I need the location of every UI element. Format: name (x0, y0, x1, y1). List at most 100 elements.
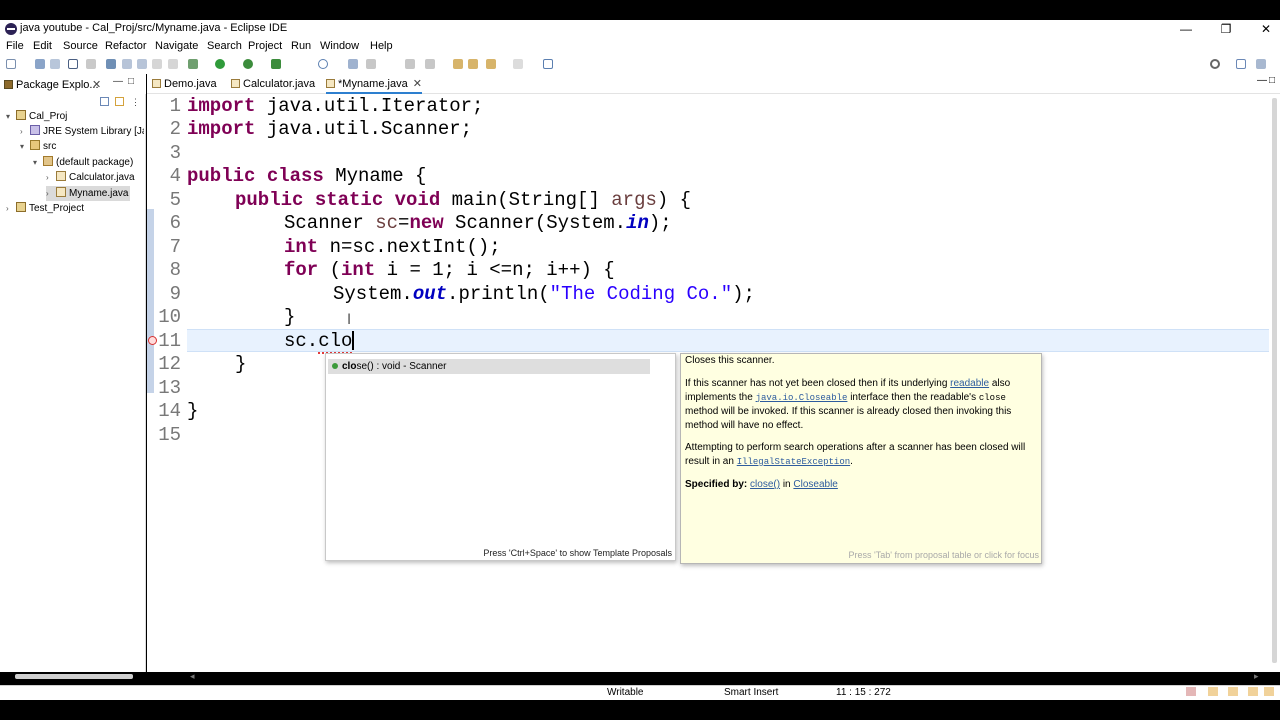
close-view-icon[interactable]: ✕ (92, 78, 101, 91)
forward-icon[interactable] (486, 59, 496, 69)
javadoc-specified-by: Specified by: close() in Closeable (685, 479, 838, 490)
menu-edit[interactable]: Edit (33, 40, 52, 52)
horizontal-scrollbar[interactable]: ◂ ▸ (185, 671, 1263, 683)
maximize-view-icon[interactable]: □ (128, 76, 134, 87)
close-tab-icon[interactable]: ✕ (413, 78, 422, 90)
expand-arrow-icon[interactable]: ▾ (20, 139, 30, 154)
expand-arrow-icon[interactable]: › (46, 186, 56, 201)
forward-disabled-icon[interactable] (513, 59, 523, 69)
expand-arrow-icon[interactable]: › (20, 124, 30, 139)
tab-myname-java[interactable]: *Myname.java ✕ (326, 74, 422, 94)
link-closeable-interface[interactable]: java.io.Closeable (756, 393, 848, 403)
tab-calculator-java[interactable]: Calculator.java (231, 74, 315, 94)
tree-item-myname-java[interactable]: › Myname.java (46, 186, 130, 201)
menu-refactor[interactable]: Refactor (105, 40, 147, 52)
progress-icon[interactable] (1248, 687, 1258, 696)
menu-window[interactable]: Window (320, 40, 359, 52)
package-explorer-panel: Package Explo... ✕ — □ ⋮ ▾ Cal_Proj › JRE … (0, 74, 146, 672)
tree-item-src[interactable]: ▾ src (20, 139, 144, 154)
save-icon[interactable] (35, 59, 45, 69)
next-annotation-icon[interactable] (405, 59, 415, 69)
package-explorer-tab[interactable]: Package Explo... (16, 79, 99, 91)
code-line-9: System.out.println("The Coding Co."); (333, 283, 755, 305)
link-illegal-state-exception[interactable]: IllegalStateException (737, 457, 850, 467)
line-number: 9 (169, 283, 181, 305)
skip-breakpoints-icon[interactable] (86, 59, 96, 69)
minimize-button[interactable]: — (1166, 20, 1206, 38)
last-edit-icon[interactable] (453, 59, 463, 69)
run-icon[interactable] (215, 59, 225, 69)
status-cursor-position: 11 : 15 : 272 (836, 687, 891, 698)
tree-item-cal-proj[interactable]: ▾ Cal_Proj (6, 109, 144, 124)
coverage-icon[interactable] (243, 59, 253, 69)
link-closeable[interactable]: Closeable (793, 479, 837, 490)
terminal-icon[interactable] (68, 59, 78, 69)
new-java-class-icon[interactable] (318, 59, 328, 69)
java-perspective-icon[interactable] (1256, 59, 1266, 69)
title-bar: java youtube - Cal_Proj/src/Myname.java … (0, 20, 1280, 38)
scrollbar-thumb[interactable] (1272, 98, 1277, 663)
minimize-view-icon[interactable]: — (113, 76, 123, 87)
search-icon[interactable] (1210, 59, 1220, 69)
link-close-method[interactable]: close() (750, 479, 780, 490)
external-tools-icon[interactable] (271, 59, 281, 69)
javadoc-popup[interactable]: Closes this scanner. If this scanner has… (680, 353, 1042, 564)
menu-search[interactable]: Search (207, 40, 242, 52)
scroll-left-icon[interactable]: ◂ (190, 671, 195, 682)
restore-button[interactable]: ❐ (1206, 20, 1246, 38)
open-type-icon[interactable] (348, 59, 358, 69)
project-icon (16, 110, 26, 120)
content-assist-popup[interactable]: close() : void - Scanner Press 'Ctrl+Spa… (325, 353, 676, 561)
debug-icon[interactable] (188, 59, 198, 69)
menu-file[interactable]: File (6, 40, 24, 52)
error-marker-icon[interactable] (148, 336, 157, 345)
scroll-right-icon[interactable]: ▸ (1254, 671, 1259, 682)
prev-annotation-icon[interactable] (425, 59, 435, 69)
tree-item-calculator-java[interactable]: › Calculator.java (46, 170, 144, 185)
link-editor-icon[interactable] (115, 97, 124, 106)
minimize-editor-icon[interactable]: — (1257, 75, 1267, 86)
notifications-icon[interactable] (1264, 687, 1274, 696)
line-number: 6 (169, 212, 181, 234)
close-window-button[interactable]: ✕ (1246, 20, 1280, 38)
view-menu-icon[interactable]: ⋮ (131, 97, 140, 107)
new-icon[interactable] (6, 59, 16, 69)
java-file-icon (56, 187, 66, 197)
annotation-next-icon[interactable] (137, 59, 147, 69)
whitespace-icon[interactable] (168, 59, 178, 69)
save-all-icon[interactable] (50, 59, 60, 69)
expand-arrow-icon[interactable]: › (46, 170, 56, 185)
annotation-icon[interactable] (122, 59, 132, 69)
collapse-all-icon[interactable] (100, 97, 109, 106)
tree-item-default-package[interactable]: ▾ (default package) (33, 155, 144, 170)
expand-arrow-icon[interactable]: ▾ (6, 109, 16, 124)
menu-run[interactable]: Run (291, 40, 311, 52)
perspective-icon[interactable] (1236, 59, 1246, 69)
tree-item-test-project[interactable]: › Test_Project (6, 201, 144, 216)
toggle-mark-icon[interactable] (106, 59, 116, 69)
left-panel-scrollbar[interactable] (15, 674, 133, 679)
pin-editor-icon[interactable] (543, 59, 553, 69)
java-file-icon (152, 79, 161, 88)
tree-item-jre-library[interactable]: › JRE System Library [Ja (20, 124, 144, 139)
problems-icon[interactable] (1186, 687, 1196, 696)
menu-help[interactable]: Help (370, 40, 393, 52)
java-file-icon (326, 79, 335, 88)
vertical-scrollbar[interactable] (1269, 94, 1280, 672)
maximize-editor-icon[interactable]: □ (1269, 75, 1275, 86)
expand-arrow-icon[interactable]: › (6, 201, 16, 216)
block-select-icon[interactable] (152, 59, 162, 69)
menu-navigate[interactable]: Navigate (155, 40, 198, 52)
status-bar: Writable Smart Insert 11 : 15 : 272 (0, 674, 1280, 700)
search-tool-icon[interactable] (366, 59, 376, 69)
menu-source[interactable]: Source (63, 40, 98, 52)
menu-project[interactable]: Project (248, 40, 282, 52)
proposal-item-close[interactable]: close() : void - Scanner (328, 359, 650, 374)
tab-demo-java[interactable]: Demo.java (152, 74, 217, 94)
back-icon[interactable] (468, 59, 478, 69)
expand-arrow-icon[interactable]: ▾ (33, 155, 43, 170)
tasks-icon[interactable] (1208, 687, 1218, 696)
menu-bar: File Edit Source Refactor Navigate Searc… (0, 38, 1280, 55)
link-readable[interactable]: readable (950, 378, 989, 389)
console-icon[interactable] (1228, 687, 1238, 696)
